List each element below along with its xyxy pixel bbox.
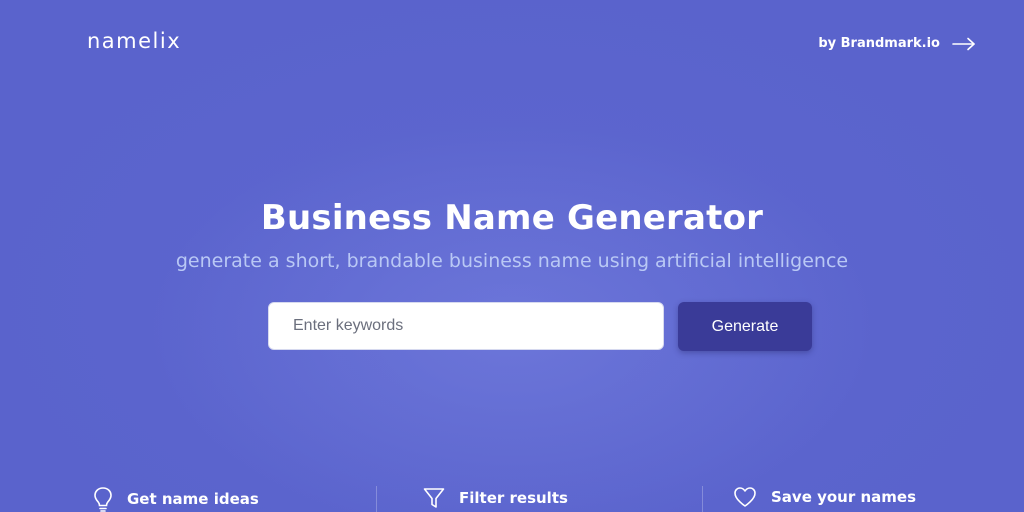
page-subtitle: generate a short, brandable business nam…: [175, 250, 849, 272]
feature-bar: Get name ideas Filter results Save your …: [0, 486, 1024, 512]
heart-icon: [734, 487, 756, 507]
divider: [702, 486, 703, 512]
feature-label: Save your names: [771, 488, 917, 506]
filter-icon: [423, 488, 445, 508]
arrow-right-icon: [952, 37, 975, 50]
feature-save-names: Save your names: [733, 486, 916, 508]
feature-get-name-ideas: Get name ideas: [93, 486, 259, 512]
brandmark-link[interactable]: by Brandmark.io: [818, 36, 976, 51]
brandmark-link-label: by Brandmark.io: [818, 36, 940, 51]
page-title: Business Name Generator: [260, 198, 764, 238]
divider: [376, 486, 377, 512]
keywords-input[interactable]: [268, 302, 664, 350]
feature-filter-results: Filter results: [423, 486, 568, 510]
namelix-logo[interactable]: namelix: [87, 29, 181, 53]
generate-button[interactable]: Generate: [678, 302, 812, 351]
feature-label: Get name ideas: [127, 490, 259, 508]
feature-label: Filter results: [459, 489, 568, 507]
lightbulb-icon: [94, 487, 112, 512]
